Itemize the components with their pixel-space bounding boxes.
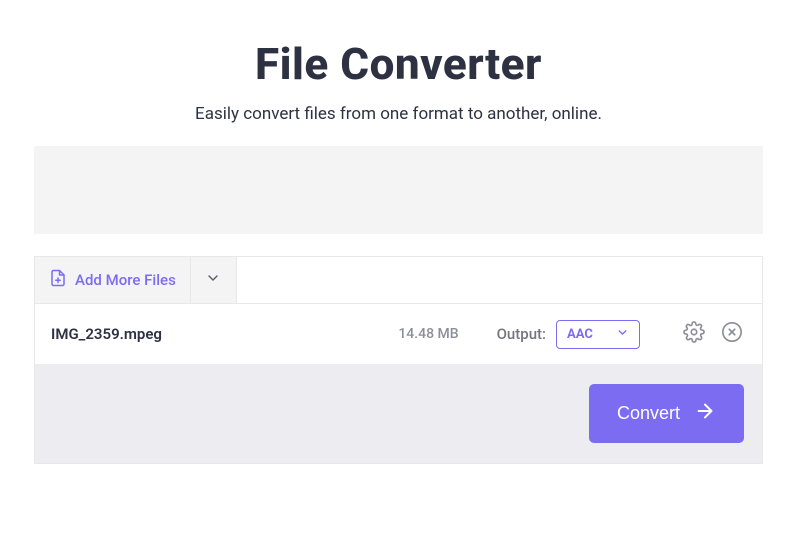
page-subtitle: Easily convert files from one format to … bbox=[0, 104, 797, 124]
file-plus-icon bbox=[49, 269, 67, 291]
file-name: IMG_2359.mpeg bbox=[51, 325, 251, 343]
add-more-files-label: Add More Files bbox=[75, 271, 176, 289]
chevron-down-icon bbox=[205, 270, 221, 290]
files-panel: Add More Files IMG_2359.mpeg 14.48 MB Ou… bbox=[34, 256, 763, 464]
convert-button-label: Convert bbox=[617, 403, 680, 424]
page-title: File Converter bbox=[0, 38, 797, 90]
file-size: 14.48 MB bbox=[398, 326, 458, 342]
close-circle-icon bbox=[721, 321, 743, 347]
arrow-right-icon bbox=[694, 400, 716, 427]
chevron-down-icon bbox=[616, 326, 629, 343]
add-more-dropdown-button[interactable] bbox=[191, 257, 237, 303]
output-format-value: AAC bbox=[567, 327, 593, 342]
output-label: Output: bbox=[497, 325, 546, 343]
files-toolbar: Add More Files bbox=[35, 257, 762, 304]
gear-icon bbox=[683, 321, 705, 347]
files-footer: Convert bbox=[35, 364, 762, 463]
file-row: IMG_2359.mpeg 14.48 MB Output: AAC bbox=[35, 304, 762, 364]
settings-button[interactable] bbox=[680, 320, 708, 348]
dropzone[interactable] bbox=[34, 146, 763, 234]
add-more-files-button[interactable]: Add More Files bbox=[35, 257, 191, 303]
output-format-select[interactable]: AAC bbox=[556, 320, 640, 349]
remove-file-button[interactable] bbox=[718, 320, 746, 348]
convert-button[interactable]: Convert bbox=[589, 384, 744, 443]
